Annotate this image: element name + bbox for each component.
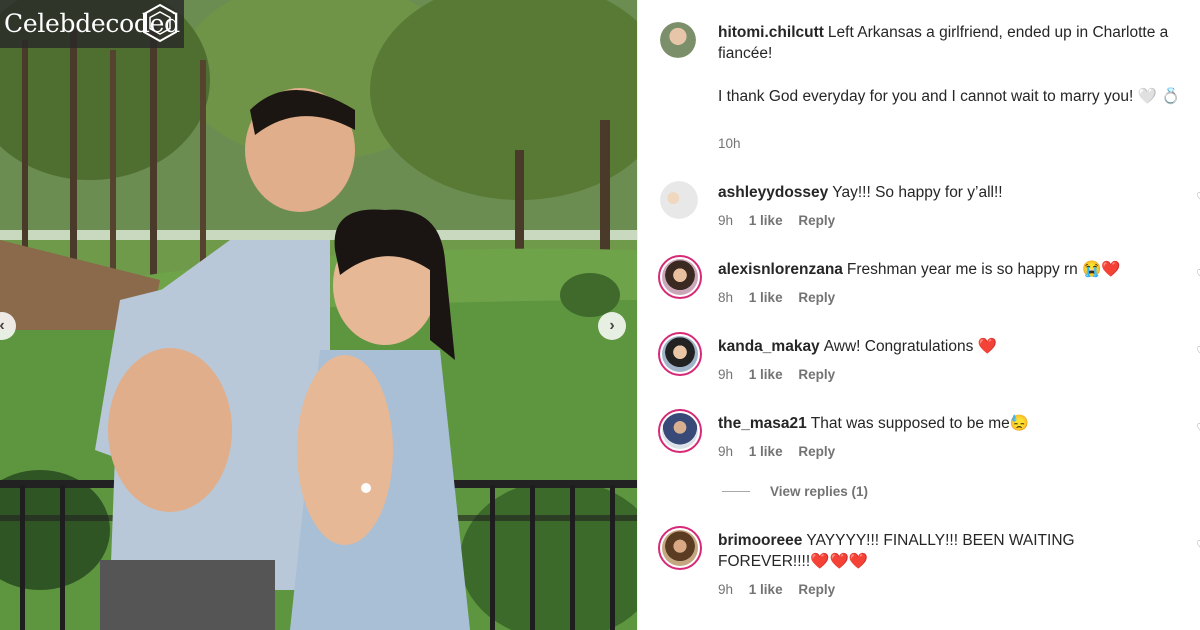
comment-meta: 8h 1 like Reply [718, 290, 847, 305]
hexagon-logo-icon [143, 3, 177, 43]
view-replies-line [722, 491, 750, 492]
comment-time: 9h [718, 213, 734, 228]
comment-username[interactable]: alexisnlorenzana [718, 261, 843, 278]
caption-line2: I thank God everyday for you and I canno… [718, 88, 1181, 105]
comment-body: Freshman year me is so happy rn 😭❤️ [846, 261, 1121, 278]
chevron-left-icon: ‹ [0, 317, 5, 335]
comment-body: That was supposed to be me😓 [810, 415, 1030, 432]
next-photo-button[interactable]: › [598, 312, 626, 340]
view-replies-label: View replies (1) [770, 484, 869, 499]
reply-button[interactable]: Reply [798, 367, 835, 382]
caption-text: hitomi.chilcutt Left Arkansas a girlfrien… [718, 22, 1198, 64]
comment-body: Yay!!! So happy for y’all!! [832, 184, 1003, 201]
caption-avatar[interactable] [660, 22, 696, 58]
like-heart-icon[interactable]: ♡ [1196, 190, 1200, 204]
comment-text: brimooreee YAYYYY!!! FINALLY!!! BEEN WAIT… [718, 530, 1118, 572]
comment-username[interactable]: brimooreee [718, 532, 802, 549]
reply-button[interactable]: Reply [798, 290, 835, 305]
comment-time: 9h [718, 444, 734, 459]
reply-button[interactable]: Reply [798, 582, 835, 597]
caption-time: 10h [718, 136, 741, 151]
caption-meta: 10h [718, 136, 753, 151]
engagement-photo-illustration [0, 0, 637, 630]
comment-likes[interactable]: 1 like [749, 582, 783, 597]
caption-username[interactable]: hitomi.chilcutt [718, 24, 824, 41]
like-heart-icon[interactable]: ♡ [1196, 538, 1200, 552]
comment-time: 9h [718, 367, 734, 382]
comment-avatar[interactable] [660, 181, 698, 219]
like-heart-icon[interactable]: ♡ [1196, 421, 1200, 435]
comments-panel: hitomi.chilcutt Left Arkansas a girlfrien… [637, 0, 1200, 630]
comment-username[interactable]: the_masa21 [718, 415, 807, 432]
comment-avatar-story-ring[interactable] [658, 526, 702, 570]
comment-avatar-story-ring[interactable] [658, 332, 702, 376]
comment-likes[interactable]: 1 like [749, 367, 783, 382]
comment-meta: 9h 1 like Reply [718, 444, 847, 459]
comment-avatar-story-ring[interactable] [658, 255, 702, 299]
comment-time: 8h [718, 290, 734, 305]
comment-likes[interactable]: 1 like [749, 290, 783, 305]
reply-button[interactable]: Reply [798, 213, 835, 228]
comment-username[interactable]: ashleyydossey [718, 184, 828, 201]
like-heart-icon[interactable]: ♡ [1196, 344, 1200, 358]
comment-text: ashleyydossey Yay!!! So happy for y’all!! [718, 182, 1003, 203]
post-photo: Celebdecoded ‹ › [0, 0, 637, 630]
comment-meta: 9h 1 like Reply [718, 582, 847, 597]
comment-text: alexisnlorenzana Freshman year me is so h… [718, 259, 1121, 280]
view-replies-button[interactable]: View replies (1) [722, 484, 868, 499]
comment-likes[interactable]: 1 like [749, 213, 783, 228]
comment-likes[interactable]: 1 like [749, 444, 783, 459]
comment-text: kanda_makay Aww! Congratulations ❤️ [718, 336, 997, 357]
watermark-logo: Celebdecoded [0, 0, 184, 48]
comment-text: the_masa21 That was supposed to be me😓 [718, 413, 1029, 434]
like-heart-icon[interactable]: ♡ [1196, 267, 1200, 281]
comment-meta: 9h 1 like Reply [718, 213, 847, 228]
comment-avatar-story-ring[interactable] [658, 409, 702, 453]
comment-body: Aww! Congratulations ❤️ [823, 338, 997, 355]
comment-meta: 9h 1 like Reply [718, 367, 847, 382]
chevron-right-icon: › [609, 317, 615, 334]
comment-username[interactable]: kanda_makay [718, 338, 820, 355]
reply-button[interactable]: Reply [798, 444, 835, 459]
comment-time: 9h [718, 582, 734, 597]
